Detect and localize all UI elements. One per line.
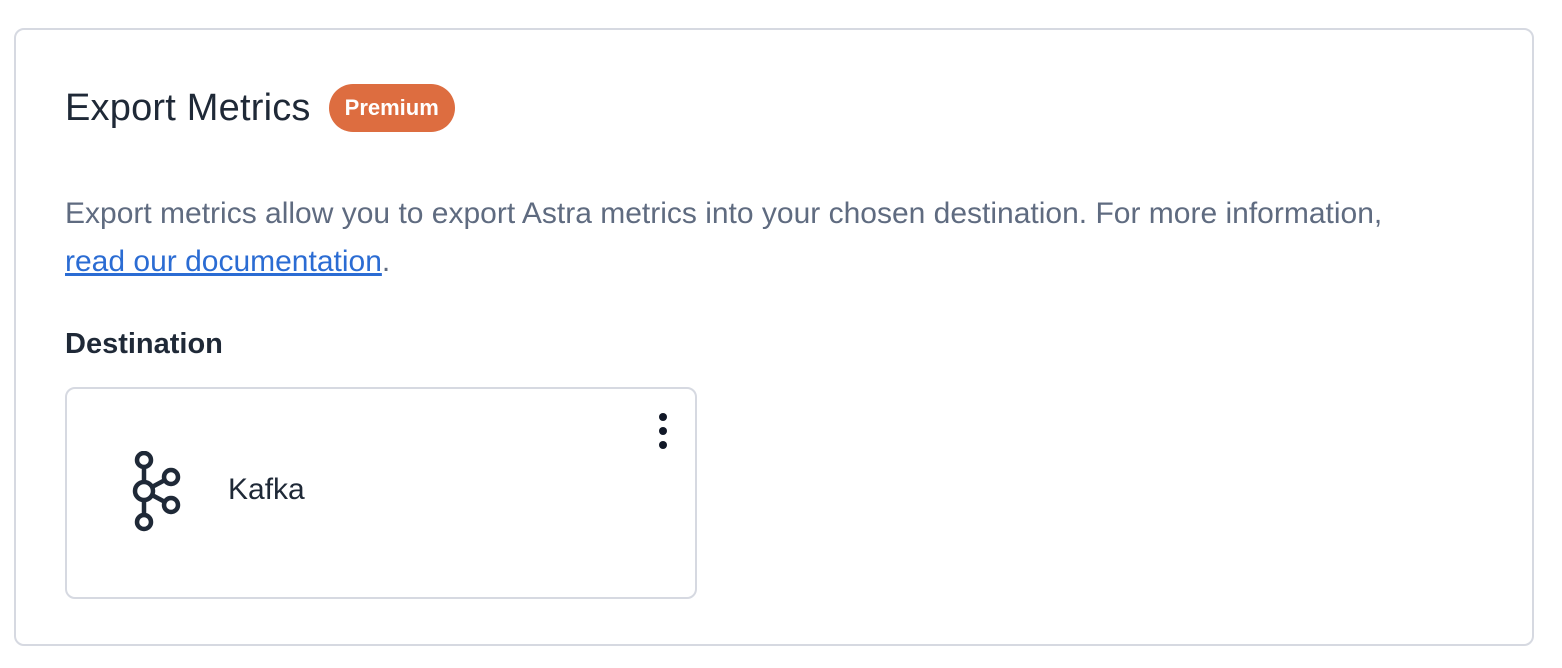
panel-description: Export metrics allow you to export Astra…: [65, 190, 1405, 286]
description-suffix: .: [381, 245, 391, 278]
premium-badge: Premium: [328, 84, 455, 132]
menu-dot: [659, 441, 667, 449]
menu-dot: [659, 413, 667, 421]
more-vertical-icon[interactable]: [645, 407, 681, 455]
description-text: Export metrics allow you to export Astra…: [65, 197, 1383, 230]
panel-header: Export Metrics Premium: [65, 84, 455, 132]
kafka-icon: [132, 451, 181, 532]
export-metrics-panel: Export Metrics Premium Export metrics al…: [14, 28, 1534, 646]
menu-dot: [659, 427, 667, 435]
destination-name: Kafka: [228, 473, 305, 506]
destination-label: Destination: [65, 328, 223, 360]
panel-title: Export Metrics: [65, 87, 311, 129]
documentation-link[interactable]: read our documentation: [65, 245, 382, 278]
destination-card-kafka[interactable]: Kafka: [65, 387, 697, 599]
